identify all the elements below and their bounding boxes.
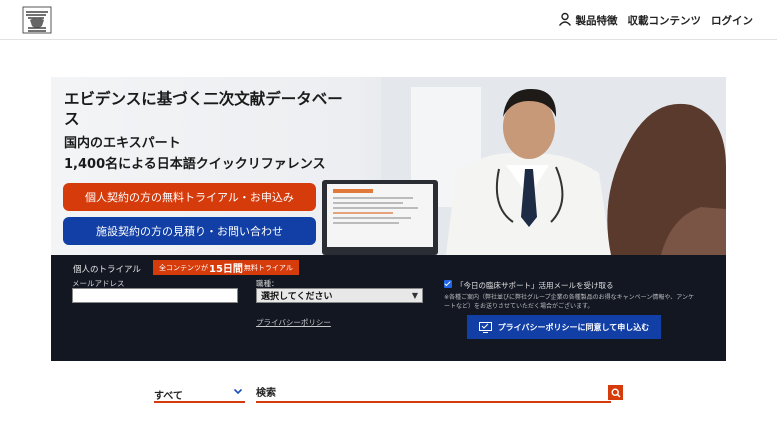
search-category-value: すべて	[154, 391, 183, 402]
badge-prefix: 全コンテンツが	[159, 263, 208, 272]
monitor-icon	[478, 321, 492, 333]
job-select[interactable]: 選択してください ▼	[256, 288, 423, 303]
badge-highlight: 15日間	[209, 264, 243, 275]
search-input[interactable]	[256, 386, 611, 403]
site-header: 製品特徴 収載コンテンツ ログイン	[0, 0, 777, 40]
main-nav: 製品特徴 収載コンテンツ ログイン	[558, 12, 753, 28]
search-button[interactable]	[608, 385, 623, 400]
chevron-down-icon	[233, 388, 243, 395]
nav-item-features[interactable]: 製品特徴	[558, 12, 618, 28]
bird-logo-icon[interactable]	[22, 6, 52, 34]
free-trial-badge: 全コンテンツが 15日間 無料トライアル	[153, 260, 299, 275]
nav-item-contents[interactable]: 収載コンテンツ	[628, 13, 702, 28]
institution-quote-button[interactable]: 施設契約の方の見積り・お問い合わせ	[63, 217, 316, 245]
user-icon	[558, 12, 571, 26]
chevron-down-icon: ▼	[411, 291, 418, 300]
email-field[interactable]	[72, 288, 238, 303]
hero-subtitle-experts: 国内のエキスパート	[64, 136, 181, 151]
privacy-policy-link[interactable]: プライバシーポリシー	[256, 317, 331, 328]
hero-banner: エビデンスに基づく二次文献データベース 国内のエキスパート 1,400名による日…	[51, 77, 726, 255]
individual-trial-button[interactable]: 個人契約の方の無料トライアル・お申込み	[63, 183, 316, 211]
hero-title: エビデンスに基づく二次文献データベース	[64, 90, 343, 128]
badge-suffix: 無料トライアル	[243, 263, 293, 272]
nav-label-features: 製品特徴	[575, 15, 618, 27]
job-select-value: 選択してください	[261, 292, 333, 302]
hero-subtitle-reference: 1,400名による日本語クイックリファレンス	[64, 157, 326, 172]
agree-and-apply-label: プライバシーポリシーに同意して申し込む	[497, 322, 650, 332]
newsletter-checkbox[interactable]	[444, 280, 452, 288]
trial-form-panel: 個人のトライアル 全コンテンツが 15日間 無料トライアル メールアドレス 職種： …	[51, 255, 726, 361]
nav-item-login[interactable]: ログイン	[711, 13, 753, 28]
newsletter-checkbox-label: 「今日の臨床サポート」活用メールを受け取る	[456, 281, 614, 290]
trial-form-title: 個人のトライアル	[73, 265, 141, 275]
search-icon	[610, 387, 621, 398]
search-category-select[interactable]: すべて	[154, 387, 245, 403]
agree-and-apply-button[interactable]: プライバシーポリシーに同意して申し込む	[467, 315, 661, 339]
newsletter-note: ※各種ご案内（弊社並びに弊社グループ企業の各種製品のお得なキャンペーン情報や、ア…	[444, 294, 694, 310]
